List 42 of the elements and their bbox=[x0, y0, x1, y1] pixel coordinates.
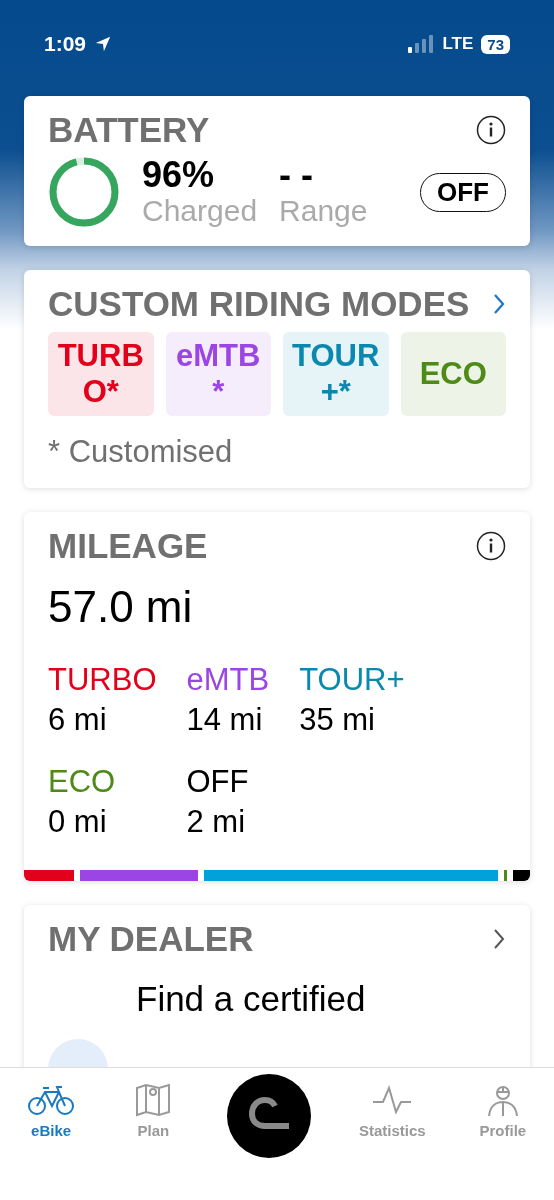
charge-value: 96% bbox=[142, 156, 216, 194]
clock-time: 1:09 bbox=[44, 32, 87, 56]
mode-distance: 2 mi bbox=[186, 804, 247, 840]
range-value: - - bbox=[279, 156, 315, 194]
range-label: Range bbox=[279, 193, 368, 228]
dealer-text: Find a certified bbox=[136, 979, 366, 1019]
mileage-bar-segment bbox=[513, 870, 530, 881]
mode-name: eMTB bbox=[186, 662, 270, 698]
tab-bar-item[interactable]: Profile bbox=[473, 1078, 532, 1143]
tab-bar-item[interactable]: Plan bbox=[124, 1078, 183, 1143]
mileage-bar-segment bbox=[24, 870, 75, 881]
mode-distance: 0 mi bbox=[48, 804, 108, 840]
mode-distance: 35 mi bbox=[299, 702, 376, 738]
tab-bar-item[interactable]: eBike bbox=[22, 1078, 81, 1143]
riding-mode-tile[interactable]: ECO bbox=[400, 332, 506, 416]
card-title: CUSTOM RIDING MODES bbox=[48, 284, 470, 324]
customised-note: * Customised bbox=[48, 434, 234, 470]
riding-mode-tile[interactable]: TURBO* bbox=[48, 332, 154, 416]
info-icon[interactable] bbox=[476, 531, 506, 561]
mode-distance: 6 mi bbox=[48, 702, 108, 738]
battery-ring-icon bbox=[48, 156, 120, 228]
info-icon[interactable] bbox=[476, 115, 506, 145]
mode-distance: 14 mi bbox=[186, 702, 264, 738]
location-arrow-icon bbox=[94, 35, 113, 53]
tab-bar-item[interactable]: Statistics bbox=[354, 1078, 430, 1143]
riding-mode-tile[interactable]: eMTB* bbox=[165, 332, 271, 416]
mileage-bar-segment bbox=[504, 870, 508, 881]
mode-name: TOUR+ bbox=[299, 662, 405, 698]
battery-indicator: 73 bbox=[481, 34, 510, 54]
chevron-right-icon[interactable] bbox=[492, 927, 506, 951]
total-mileage: 57.0 mi bbox=[48, 582, 194, 632]
chevron-right-icon[interactable] bbox=[492, 292, 506, 316]
card-title: BATTERY bbox=[48, 110, 210, 150]
card-title: MY DEALER bbox=[48, 919, 254, 959]
mode-name: TURBO bbox=[48, 662, 157, 698]
mode-name: OFF bbox=[186, 764, 250, 800]
signal-icon bbox=[408, 35, 435, 53]
card-title: MILEAGE bbox=[48, 526, 208, 566]
riding-mode-tile[interactable]: TOUR+* bbox=[283, 332, 389, 416]
mode-name: ECO bbox=[48, 764, 117, 800]
network-label: LTE bbox=[442, 34, 474, 54]
charge-label: Charged bbox=[142, 193, 258, 228]
